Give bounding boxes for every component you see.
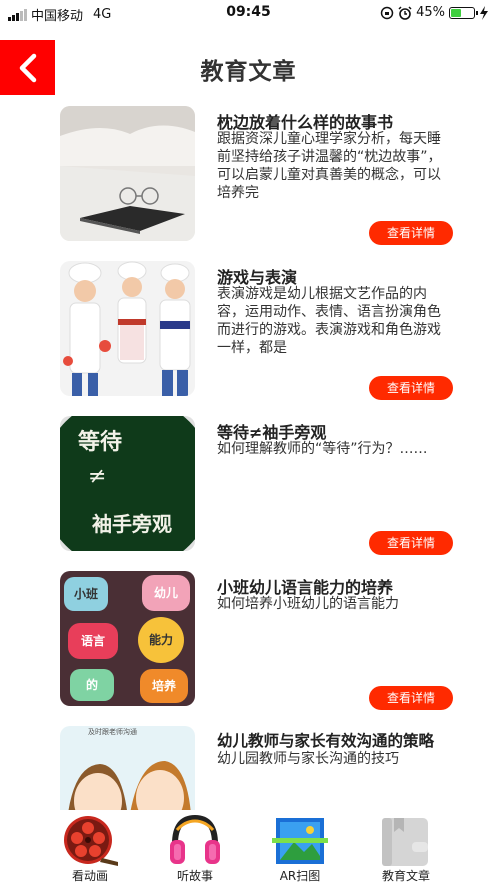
bubble-6: 培养: [140, 669, 188, 703]
article-description: 如何理解教师的“等待”行为？……: [217, 441, 428, 457]
article-item[interactable]: 等待 ≠ 袖手旁观 等待 ≠ 袖手旁观 如何理解教师的“等待”行为？…… 查看详情: [60, 416, 480, 555]
tab-label: 看动画: [71, 869, 108, 883]
page-title: 教育文章: [200, 59, 297, 85]
bottom-tab-bar: 看动画 听故事 AR扫图 教育文章: [0, 810, 497, 883]
article-thumbnail-chefs[interactable]: [60, 261, 195, 396]
article-item[interactable]: 小班 幼儿 语言 能力 的 培养 小班幼儿语言能力的培养 如何培养小班幼儿的语言…: [60, 571, 480, 710]
headphones-icon: [170, 814, 220, 864]
thumb-text-mid: ≠: [88, 464, 107, 489]
tab-ar-scan[interactable]: AR扫图: [250, 810, 350, 883]
article-item[interactable]: 游戏与表演 表演游戏是幼儿根据文艺作品的内容，运用动作、表情、语言扮演角色而进行…: [60, 261, 480, 400]
thumb-text-top: 等待: [78, 429, 123, 455]
view-details-button[interactable]: 查看详情: [369, 531, 453, 555]
article-description: 表演游戏是幼儿根据文艺作品的内容，运用动作、表情、语言扮演角色而进行的游戏。表演…: [217, 286, 441, 356]
battery-percent: 45%: [416, 5, 445, 20]
article-thumbnail-speech-bubbles[interactable]: 小班 幼儿 语言 能力 的 培养: [60, 571, 195, 706]
charging-icon: [480, 5, 488, 20]
article-description: 跟据资深儿童心理学家分析，每天睡前坚持给孩子讲温馨的“枕边故事”，可以启蒙儿童对…: [217, 131, 442, 201]
bubble-4: 能力: [138, 617, 184, 663]
article-thumbnail-book[interactable]: [60, 106, 195, 241]
tab-label: 教育文章: [381, 869, 430, 883]
bubble-5: 的: [70, 669, 114, 701]
bubble-2: 幼儿: [142, 575, 190, 611]
battery-icon: [449, 6, 478, 19]
article-description: 如何培养小班幼儿的语言能力: [217, 596, 399, 612]
article-item[interactable]: 枕边放着什么样的故事书 跟据资深儿童心理学家分析，每天睡前坚持给孩子讲温馨的“枕…: [60, 106, 480, 245]
status-right: 45%: [380, 5, 489, 20]
ar-scan-icon: [272, 818, 328, 864]
bubble-3: 语言: [68, 623, 118, 659]
film-reel-icon: [64, 816, 118, 866]
thumb-text-bottom: 袖手旁观: [92, 512, 172, 536]
tab-education-articles[interactable]: 教育文章: [356, 810, 456, 883]
status-bar: 中国移动 4G 09:45 45%: [0, 0, 497, 28]
tab-cartoons[interactable]: 看动画: [40, 810, 140, 883]
article-title: 幼儿教师与家长有效沟通的策略: [217, 732, 435, 750]
view-details-button[interactable]: 查看详情: [369, 221, 453, 245]
book-icon: [382, 818, 428, 866]
tab-stories[interactable]: 听故事: [145, 810, 245, 883]
bubble-1: 小班: [64, 577, 108, 611]
view-details-button[interactable]: 查看详情: [369, 686, 453, 710]
view-details-button[interactable]: 查看详情: [369, 376, 453, 400]
alarm-icon: [398, 5, 412, 20]
article-thumbnail-chalkboard[interactable]: 等待 ≠ 袖手旁观: [60, 416, 195, 551]
rotation-lock-icon: [380, 6, 394, 19]
tab-label: 听故事: [176, 869, 213, 883]
tab-label: AR扫图: [279, 869, 321, 883]
